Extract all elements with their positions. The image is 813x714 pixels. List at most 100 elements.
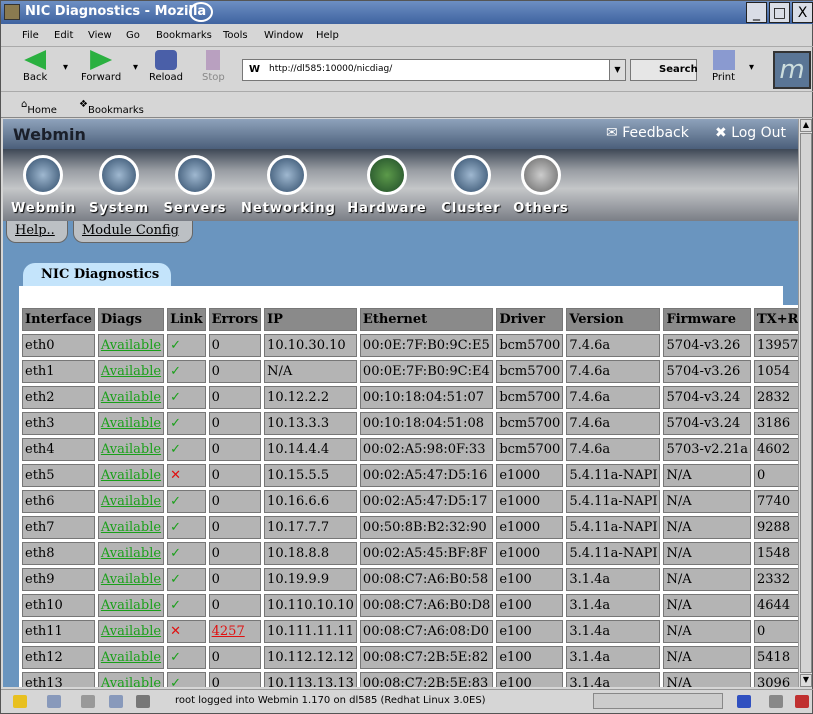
back-arrow-icon: [24, 50, 47, 70]
url-history-dropdown[interactable]: ▼: [609, 59, 626, 81]
cell-txrx: 2332: [754, 568, 798, 591]
back-dropdown-icon[interactable]: ▾: [63, 62, 68, 73]
errors-link[interactable]: 4257: [212, 624, 245, 639]
composer-icon[interactable]: [81, 695, 95, 708]
cell-ip: 10.13.3.3: [264, 412, 357, 435]
cell-txrx: 9288: [754, 516, 798, 539]
scroll-down-icon[interactable]: ▼: [800, 674, 812, 687]
menu-edit[interactable]: Edit: [54, 30, 73, 41]
category-hardware[interactable]: Hardware: [347, 155, 427, 216]
cell-ip: 10.19.9.9: [264, 568, 357, 591]
column-header: Errors: [208, 308, 262, 331]
diags-link[interactable]: Available: [101, 650, 161, 665]
cell-errors: 0: [208, 672, 262, 687]
mail-icon[interactable]: [47, 695, 61, 708]
cell-txrx: 2832: [754, 386, 798, 409]
cell-ip: 10.18.8.8: [264, 542, 357, 565]
close-button[interactable]: X: [792, 2, 813, 23]
help-link[interactable]: Help..: [6, 221, 68, 243]
diags-link[interactable]: Available: [101, 468, 161, 483]
back-button[interactable]: Back: [23, 50, 47, 83]
menu-view[interactable]: View: [88, 30, 112, 41]
cell-errors: 0: [208, 542, 262, 565]
logout-label: Log Out: [731, 125, 787, 141]
reload-button[interactable]: Reload: [149, 50, 183, 83]
cell-diags: Available: [97, 464, 165, 487]
site-favicon-icon: W: [249, 64, 261, 75]
vertical-scrollbar[interactable]: ▲ ▼: [798, 119, 812, 687]
security-lock-icon[interactable]: [795, 695, 809, 708]
forward-dropdown-icon[interactable]: ▾: [133, 62, 138, 73]
home-button[interactable]: ⌂ Home: [21, 99, 57, 116]
category-others[interactable]: Others: [513, 155, 569, 216]
online-status-icon[interactable]: [737, 695, 751, 708]
forward-button[interactable]: Forward: [81, 50, 121, 83]
menu-help[interactable]: Help: [316, 30, 339, 41]
cell-ip: 10.15.5.5: [264, 464, 357, 487]
category-networking[interactable]: Networking: [241, 155, 336, 216]
irc-icon[interactable]: [136, 695, 150, 708]
stop-button[interactable]: Stop: [202, 50, 225, 83]
scroll-up-icon[interactable]: ▲: [800, 119, 812, 132]
address-book-icon[interactable]: [109, 695, 123, 708]
privacy-icon[interactable]: [769, 695, 783, 708]
table-row: eth13 Available ✓ 0 10.113.13.13 00:08:C7:2B:…: [22, 672, 798, 687]
cell-interface: eth7: [22, 516, 95, 539]
cell-interface: eth2: [22, 386, 95, 409]
bookmarks-button[interactable]: ❖ Bookmarks: [79, 99, 144, 116]
menu-file[interactable]: File: [22, 30, 39, 41]
cell-firmware: N/A: [663, 594, 751, 617]
diags-link[interactable]: Available: [101, 494, 161, 509]
cell-version: 5.4.11a-NAPI: [566, 464, 661, 487]
diags-link[interactable]: Available: [101, 442, 161, 457]
cell-txrx: 3186: [754, 412, 798, 435]
search-button[interactable]: Search: [630, 59, 698, 81]
menu-go[interactable]: Go: [126, 30, 140, 41]
category-system[interactable]: System: [89, 155, 149, 216]
menu-tools[interactable]: Tools: [223, 30, 248, 41]
diags-link[interactable]: Available: [101, 598, 161, 613]
diags-link[interactable]: Available: [101, 364, 161, 379]
cell-interface: eth11: [22, 620, 95, 643]
diags-link[interactable]: Available: [101, 572, 161, 587]
cell-firmware: N/A: [663, 620, 751, 643]
link-up-check-icon: ✓: [170, 442, 181, 457]
app-icon[interactable]: [4, 4, 20, 20]
cell-interface: eth8: [22, 542, 95, 565]
print-dropdown-icon[interactable]: ▾: [749, 62, 754, 73]
navigator-icon[interactable]: [13, 695, 27, 708]
diags-link[interactable]: Available: [101, 416, 161, 431]
minimize-button[interactable]: _: [746, 2, 767, 23]
diags-link[interactable]: Available: [101, 624, 161, 639]
diags-link[interactable]: Available: [101, 676, 161, 687]
category-servers[interactable]: Servers: [163, 155, 227, 216]
cell-version: 3.1.4a: [566, 646, 661, 669]
menu-bookmarks[interactable]: Bookmarks: [156, 30, 212, 41]
url-input[interactable]: Whttp://dl585:10000/nicdiag/: [242, 59, 626, 81]
nic-table: Interface Diags Link Errors IP Ethernet Driver…: [19, 305, 798, 687]
category-cluster[interactable]: Cluster: [441, 155, 501, 216]
scroll-thumb[interactable]: [800, 133, 812, 673]
module-config-link[interactable]: Module Config: [73, 221, 193, 243]
category-webmin[interactable]: Webmin: [11, 155, 75, 216]
link-up-check-icon: ✓: [170, 494, 181, 509]
feedback-link[interactable]: ✉ Feedback: [606, 125, 689, 141]
menu-window[interactable]: Window: [264, 30, 303, 41]
cell-diags: Available: [97, 438, 165, 461]
mozilla-logo[interactable]: m: [773, 51, 811, 89]
diags-link[interactable]: Available: [101, 520, 161, 535]
category-label: Networking: [241, 201, 336, 216]
cell-interface: eth6: [22, 490, 95, 513]
webmin-logo[interactable]: Webmin: [13, 125, 86, 144]
logout-link[interactable]: ✖ Log Out: [715, 125, 786, 141]
print-button[interactable]: Print: [712, 50, 735, 83]
cell-errors: 0: [208, 386, 262, 409]
diags-link[interactable]: Available: [101, 390, 161, 405]
cell-txrx: 7740: [754, 490, 798, 513]
diags-link[interactable]: Available: [101, 338, 161, 353]
diags-link[interactable]: Available: [101, 546, 161, 561]
maximize-button[interactable]: □: [769, 2, 790, 23]
url-text: http://dl585:10000/nicdiag/: [269, 64, 393, 74]
cell-errors: 0: [208, 568, 262, 591]
cell-version: 7.4.6a: [566, 334, 661, 357]
